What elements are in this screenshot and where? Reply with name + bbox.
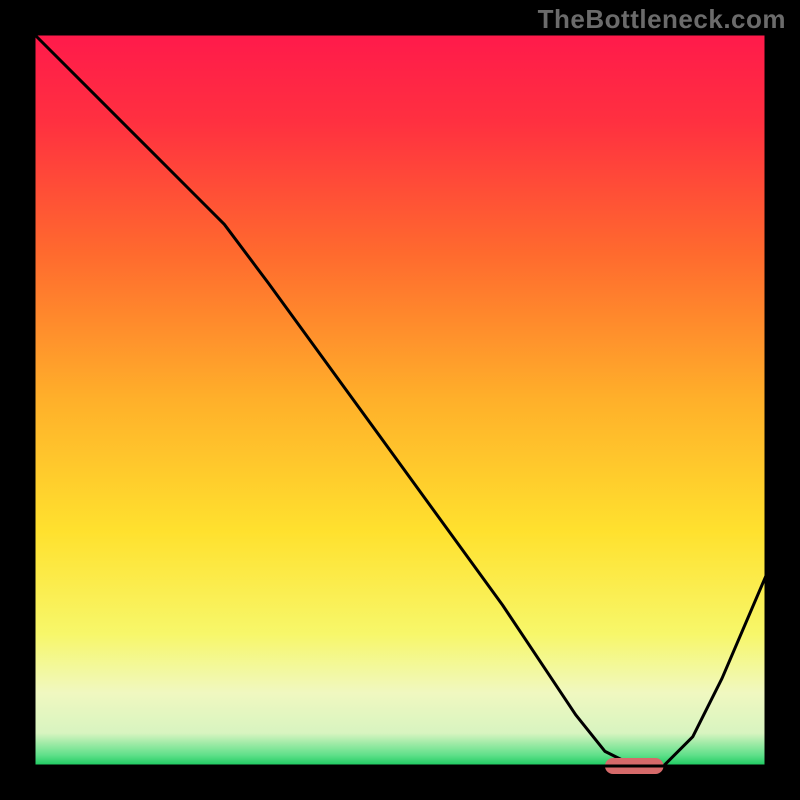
watermark-text: TheBottleneck.com (538, 4, 786, 35)
bottleneck-chart (0, 0, 800, 800)
chart-container: TheBottleneck.com (0, 0, 800, 800)
